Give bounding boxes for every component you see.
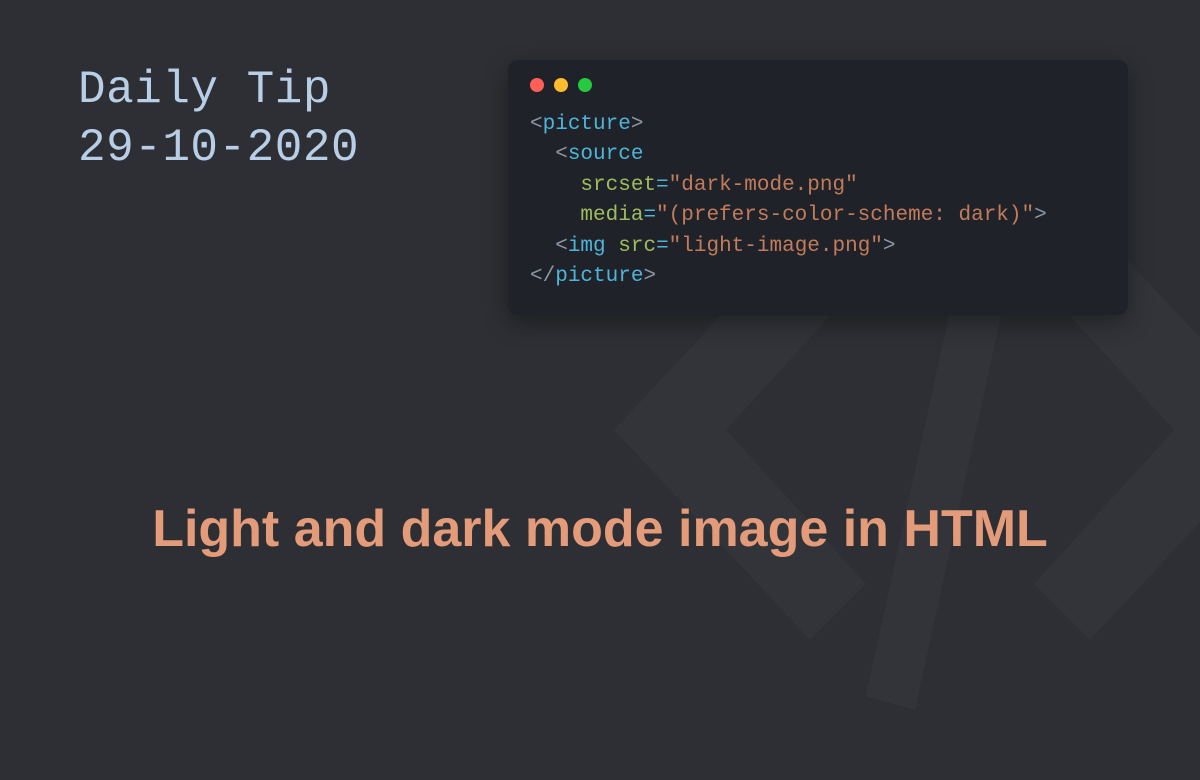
header-block: Daily Tip 29-10-2020 <box>78 62 359 177</box>
code-snippet: <picture> <source srcset="dark-mode.png"… <box>530 110 1106 293</box>
minimize-icon <box>554 78 568 92</box>
window-traffic-lights <box>530 78 1106 92</box>
maximize-icon <box>578 78 592 92</box>
code-window: <picture> <source srcset="dark-mode.png"… <box>508 60 1128 315</box>
header-date: 29-10-2020 <box>78 120 359 178</box>
header-label: Daily Tip <box>78 62 359 120</box>
article-title: Light and dark mode image in HTML <box>0 498 1200 560</box>
close-icon <box>530 78 544 92</box>
